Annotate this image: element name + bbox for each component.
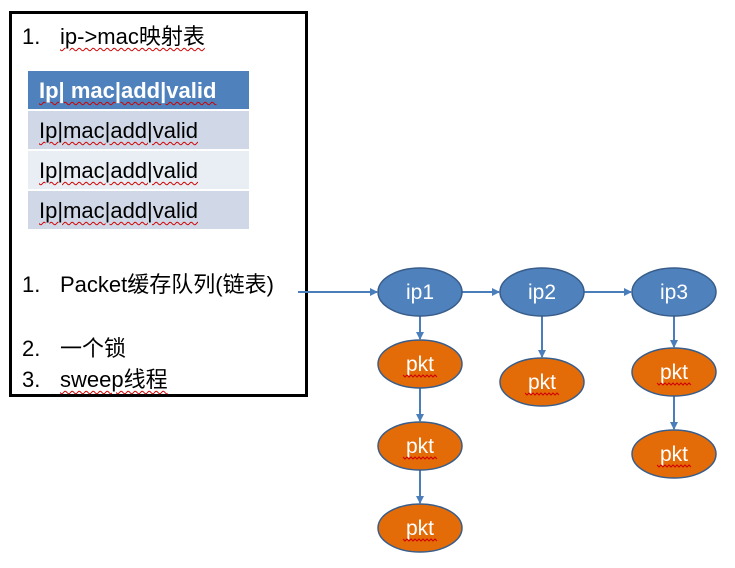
pkt-node-3-2-label: pkt (660, 443, 688, 466)
pkt-node-2-1: pkt (499, 357, 585, 407)
pkt-node-1-1-label: pkt (406, 353, 434, 376)
pkt-node-1-2: pkt (377, 421, 463, 471)
linked-list-diagram: ip1 ip2 ip3 pkt pkt pkt pkt pkt pkt (298, 267, 717, 553)
ip-node-2-label: ip2 (528, 281, 556, 304)
ip-node-3-label: ip3 (660, 281, 688, 304)
ip-node-3: ip3 (631, 267, 717, 317)
ip-node-2: ip2 (499, 267, 585, 317)
pkt-node-3-1: pkt (631, 347, 717, 397)
pkt-node-1-2-label: pkt (406, 435, 434, 458)
pkt-node-3-2: pkt (631, 429, 717, 479)
pkt-node-3-1-label: pkt (660, 361, 688, 384)
ip-node-1-label: ip1 (406, 281, 434, 304)
arrows (298, 288, 678, 504)
pkt-node-1-3: pkt (377, 503, 463, 553)
pkt-node-1-1: pkt (377, 339, 463, 389)
pkt-node-2-1-label: pkt (528, 371, 556, 394)
nodes: ip1 ip2 ip3 pkt pkt pkt pkt pkt pkt (377, 267, 717, 553)
pkt-node-1-3-label: pkt (406, 517, 434, 540)
ip-node-1: ip1 (377, 267, 463, 317)
